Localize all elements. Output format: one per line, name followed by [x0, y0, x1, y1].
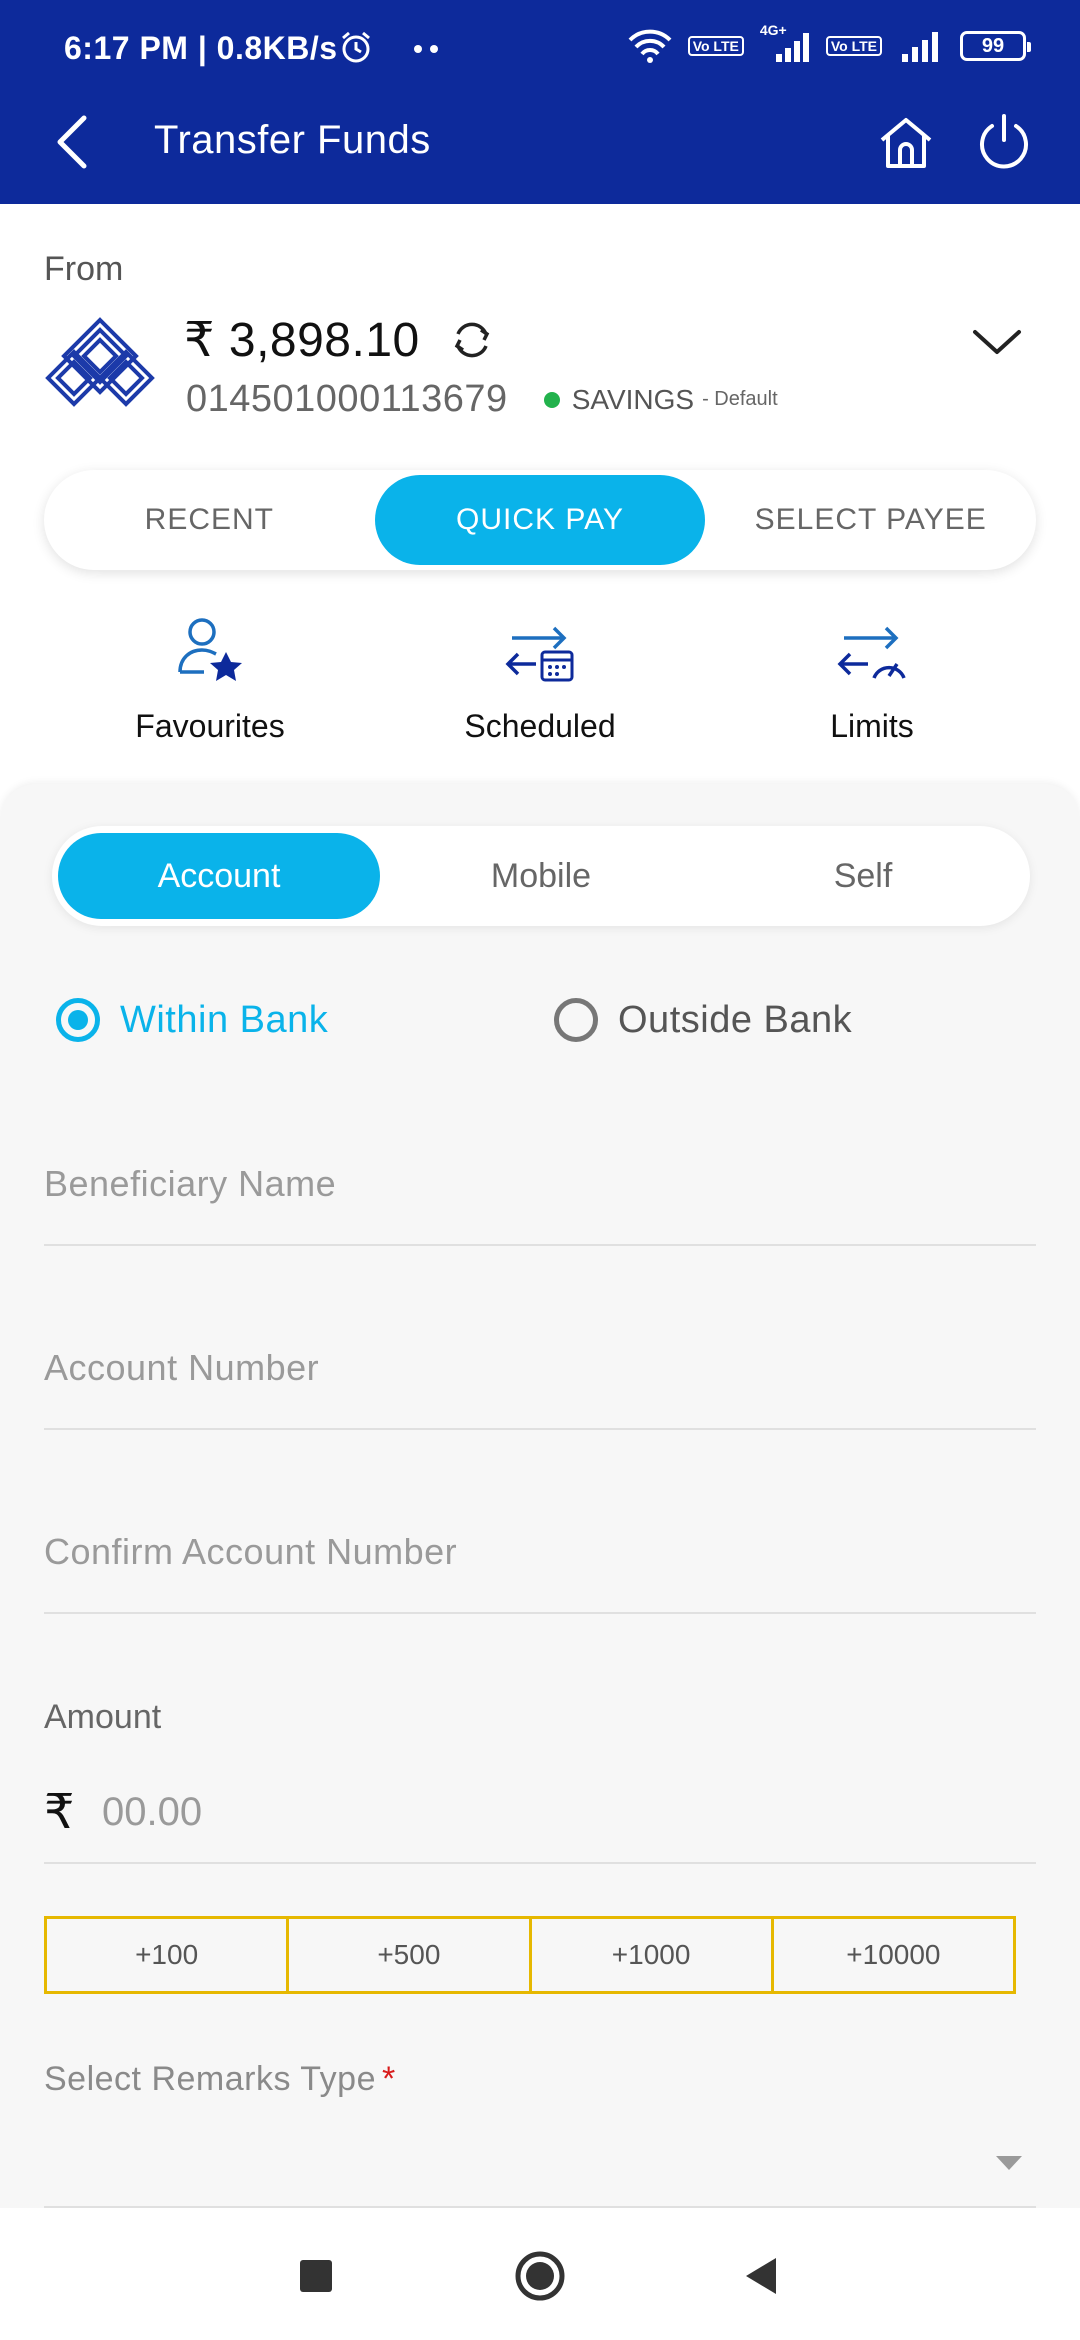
volte-badge-2: Vo LTE [825, 36, 882, 56]
confirm-account-number-field [44, 1522, 1036, 1614]
status-icons: Vo LTE 4G+ Vo LTE 99 [626, 22, 1031, 64]
transfer-form-panel: Account Mobile Self Within Bank Outside … [0, 784, 1080, 2208]
account-number-field [44, 1338, 1036, 1430]
beneficiary-name-field [44, 1154, 1036, 1246]
balance-row: ₹ 3,898.10 [184, 312, 496, 368]
payment-tabs: RECENT QUICK PAY SELECT PAYEE [44, 470, 1036, 570]
favourites-label: Favourites [135, 708, 285, 744]
limits-label: Limits [830, 708, 914, 744]
status-time: 6:17 PM | 0.8KB/s [64, 30, 338, 67]
beneficiary-name-input[interactable] [44, 1154, 1036, 1214]
amount-label: Amount [44, 1698, 162, 1736]
remarks-type-select[interactable] [44, 2124, 1036, 2208]
account-balance: ₹ 3,898.10 [184, 314, 420, 367]
back-triangle-icon[interactable] [734, 2248, 790, 2304]
back-arrow-icon[interactable] [50, 112, 94, 172]
top-bar: 6:17 PM | 0.8KB/s Vo LTE 4G+ Vo LTE 99 T… [0, 0, 1080, 204]
quick-amount-100[interactable]: +100 [47, 1919, 290, 1991]
account-number-input[interactable] [44, 1338, 1036, 1398]
shortcut-scheduled[interactable]: Scheduled [390, 600, 690, 745]
tab-self[interactable]: Self [702, 833, 1024, 919]
tab-recent[interactable]: RECENT [44, 475, 375, 565]
favourite-user-icon [178, 618, 242, 681]
account-info-row: 014501000113679 SAVINGS - Default [186, 378, 778, 421]
dropdown-caret-icon [996, 2156, 1022, 2170]
amount-input[interactable] [102, 1782, 1036, 1842]
home-circle-icon[interactable] [512, 2248, 568, 2304]
quick-amount-buttons: +100 +500 +1000 +10000 [44, 1916, 1016, 1994]
account-status-dot [543, 391, 560, 408]
refresh-icon[interactable] [448, 316, 496, 364]
radio-outside-bank[interactable]: Outside Bank [554, 998, 852, 1042]
wifi-icon [628, 29, 672, 63]
shortcuts: Favourites Scheduled Limits [0, 600, 1080, 760]
page-title: Transfer Funds [154, 118, 431, 162]
more-dots-icon [414, 45, 438, 53]
required-asterisk: * [382, 2060, 396, 2098]
status-bar: 6:17 PM | 0.8KB/s Vo LTE 4G+ Vo LTE 99 [0, 0, 1080, 100]
bank-logo-icon [45, 317, 155, 407]
transfer-mode-tabs: Account Mobile Self [52, 826, 1030, 926]
radio-within-bank-indicator[interactable] [56, 998, 100, 1042]
amount-field: ₹ [44, 1762, 1036, 1864]
rupee-symbol: ₹ [44, 1786, 75, 1839]
scheduled-transfer-icon [505, 626, 574, 682]
shortcut-limits[interactable]: Limits [722, 600, 1022, 745]
radio-outside-bank-indicator[interactable] [554, 998, 598, 1042]
from-label: From [44, 250, 124, 288]
power-icon[interactable] [972, 110, 1036, 174]
account-number: 014501000113679 [186, 378, 508, 420]
radio-within-bank[interactable]: Within Bank [56, 998, 328, 1042]
network-badge: 4G+ [759, 22, 787, 38]
within-bank-label: Within Bank [120, 998, 329, 1041]
tab-select-payee[interactable]: SELECT PAYEE [705, 475, 1036, 565]
remarks-label-text: Select Remarks Type [44, 2060, 377, 2098]
outside-bank-label: Outside Bank [618, 998, 853, 1041]
account-default-tag: - Default [702, 388, 778, 410]
scheduled-label: Scheduled [464, 708, 616, 744]
chevron-down-icon[interactable] [970, 324, 1024, 360]
tab-account[interactable]: Account [58, 833, 380, 919]
tab-quick-pay[interactable]: QUICK PAY [374, 475, 706, 565]
signal-icon-1: 4G+ [758, 22, 812, 64]
quick-amount-500[interactable]: +500 [289, 1919, 532, 1991]
confirm-account-number-input[interactable] [44, 1522, 1036, 1582]
quick-amount-1000[interactable]: +1000 [532, 1919, 774, 1991]
tab-mobile[interactable]: Mobile [380, 833, 702, 919]
remarks-label: Select Remarks Type * [44, 2060, 396, 2099]
home-icon[interactable] [874, 110, 938, 174]
volte-badge-1: Vo LTE [687, 36, 744, 56]
quick-amount-10000[interactable]: +10000 [774, 1919, 1013, 1991]
account-type: SAVINGS [571, 383, 695, 415]
recents-square-icon[interactable] [288, 2248, 344, 2304]
shortcut-favourites[interactable]: Favourites [60, 600, 360, 745]
signal-icon-2 [902, 32, 938, 62]
alarm-icon [342, 31, 370, 63]
battery-icon: 99 [960, 31, 1031, 61]
status-time-text: 6:17 PM | 0.8KB/s [64, 30, 338, 66]
limits-gauge-icon [837, 626, 906, 679]
system-nav-bar [0, 2208, 1080, 2340]
